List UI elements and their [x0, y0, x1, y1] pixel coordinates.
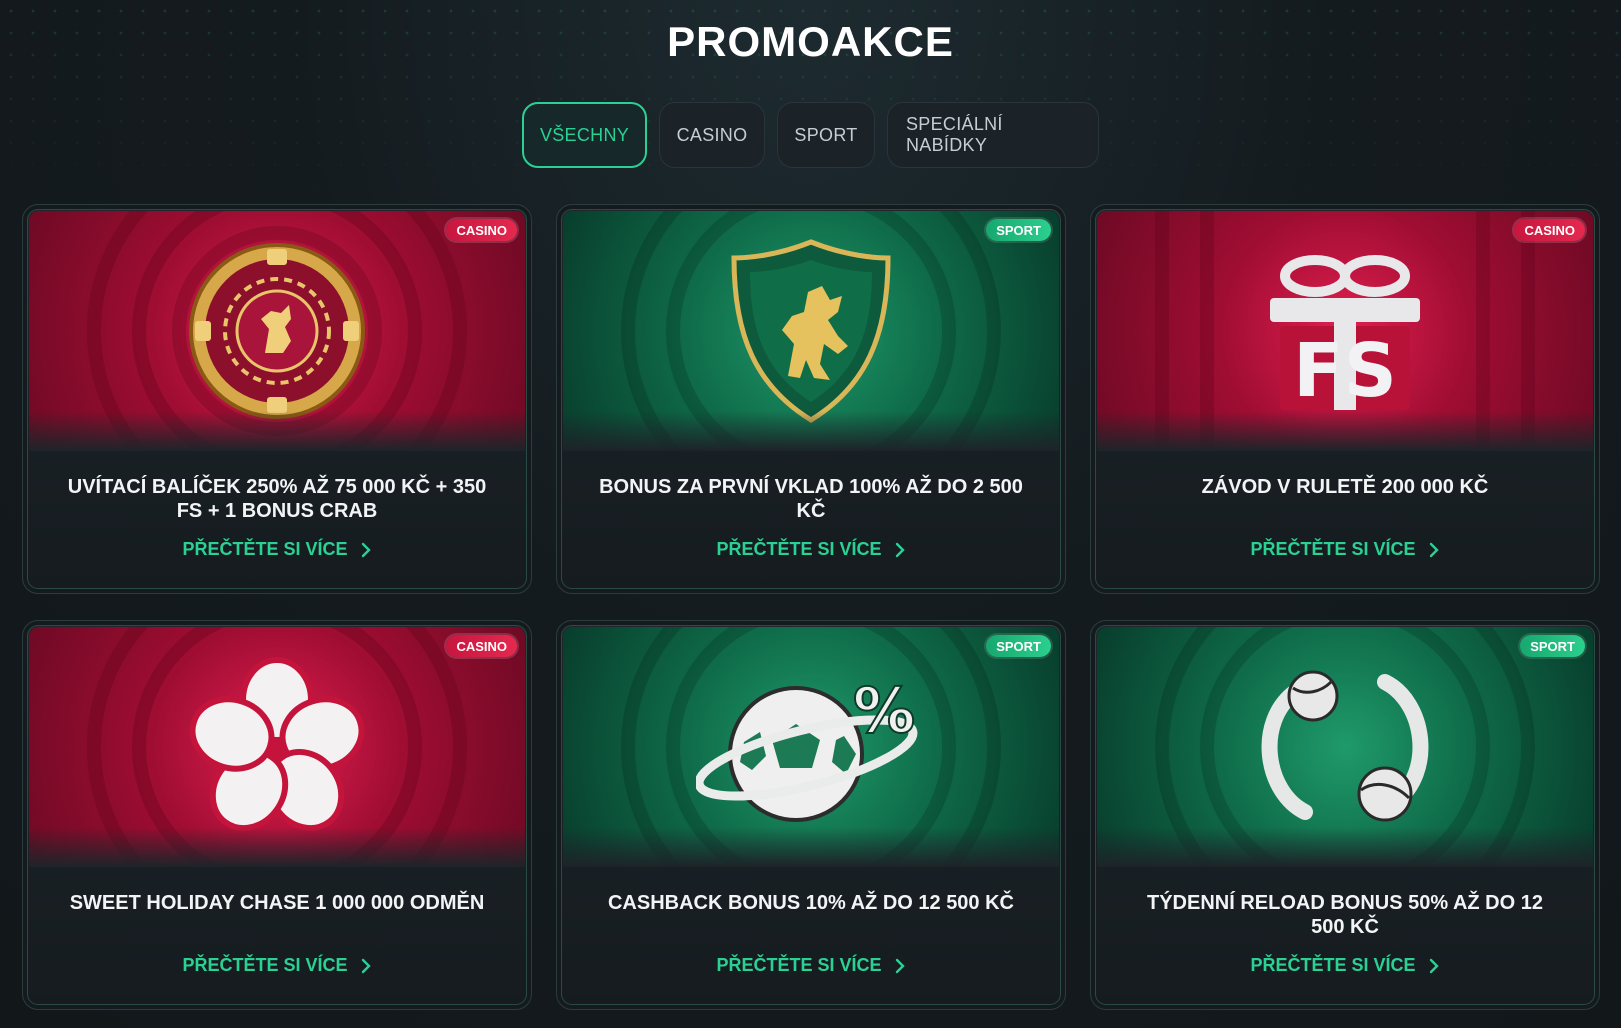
promo-card[interactable]: SPORT BONUS ZA PRVNÍ VKLAD 100% AŽ DO 2 … [556, 204, 1066, 594]
read-more-link[interactable]: PŘEČTĚTE SI VÍCE [1091, 539, 1599, 560]
tab-special-offers[interactable]: SPECIÁLNÍ NABÍDKY [887, 102, 1099, 168]
promo-title: TÝDENNÍ RELOAD BONUS 50% AŽ DO 12 500 KČ [1147, 892, 1543, 938]
category-badge: SPORT [986, 635, 1051, 657]
promo-banner [29, 211, 525, 451]
promo-title: UVÍTACÍ BALÍČEK 250% AŽ 75 000 KČ + 350 … [67, 476, 487, 522]
tab-casino[interactable]: CASINO [659, 102, 765, 168]
read-more-link[interactable]: PŘEČTĚTE SI VÍCE [23, 955, 531, 976]
chevron-right-icon [361, 542, 371, 557]
tennis-balls-icon [1261, 670, 1429, 822]
svg-text:FS: FS [1293, 328, 1397, 414]
promo-card[interactable]: FS CASINO ZÁVOD V RULETĚ 200 000 KČ PŘEČ… [1090, 204, 1600, 594]
read-more-link[interactable]: PŘEČTĚTE SI VÍCE [557, 955, 1065, 976]
read-more-label: PŘEČTĚTE SI VÍCE [182, 955, 348, 975]
read-more-label: PŘEČTĚTE SI VÍCE [1250, 539, 1416, 559]
promo-banner: % [563, 627, 1059, 867]
promo-card[interactable]: % SPORT CASHBACK BONUS 10% AŽ DO 12 500 … [556, 620, 1066, 1010]
svg-text:%: % [853, 674, 915, 747]
tab-all[interactable]: VŠECHNY [522, 102, 647, 168]
chevron-right-icon [1429, 958, 1439, 973]
category-badge: CASINO [446, 635, 517, 657]
category-badge: SPORT [986, 219, 1051, 241]
promo-card[interactable]: SPORT TÝDENNÍ RELOAD BONUS 50% AŽ DO 12 … [1090, 620, 1600, 1010]
read-more-label: PŘEČTĚTE SI VÍCE [182, 539, 348, 559]
promo-grid: CASINO UVÍTACÍ BALÍČEK 250% AŽ 75 000 KČ… [22, 204, 1600, 1010]
category-tabs: VŠECHNY CASINO SPORT SPECIÁLNÍ NABÍDKY [0, 102, 1621, 168]
lion-shield-icon [731, 239, 891, 423]
flower-icon [189, 657, 365, 832]
read-more-label: PŘEČTĚTE SI VÍCE [1250, 955, 1416, 975]
category-badge: CASINO [1514, 219, 1585, 241]
read-more-label: PŘEČTĚTE SI VÍCE [716, 539, 882, 559]
category-badge: CASINO [446, 219, 517, 241]
promo-title: CASHBACK BONUS 10% AŽ DO 12 500 KČ [607, 892, 1014, 914]
promo-banner [29, 627, 525, 867]
read-more-link[interactable]: PŘEČTĚTE SI VÍCE [23, 539, 531, 560]
read-more-label: PŘEČTĚTE SI VÍCE [716, 955, 882, 975]
chevron-right-icon [1429, 542, 1439, 557]
promo-banner [563, 211, 1059, 451]
promo-title: SWEET HOLIDAY CHASE 1 000 000 ODMĚN [69, 892, 485, 914]
promo-card[interactable]: CASINO SWEET HOLIDAY CHASE 1 000 000 ODM… [22, 620, 532, 1010]
football-percent-icon: % [696, 673, 918, 822]
promo-title: ZÁVOD V RULETĚ 200 000 KČ [1201, 476, 1489, 498]
promo-banner [1097, 627, 1593, 867]
read-more-link[interactable]: PŘEČTĚTE SI VÍCE [1091, 955, 1599, 976]
chevron-right-icon [361, 958, 371, 973]
tab-sport[interactable]: SPORT [777, 102, 875, 168]
category-badge: SPORT [1520, 635, 1585, 657]
promo-card[interactable]: CASINO UVÍTACÍ BALÍČEK 250% AŽ 75 000 KČ… [22, 204, 532, 594]
page-title: PROMOAKCE [667, 18, 954, 65]
poker-chip-lion-icon [189, 243, 365, 419]
read-more-link[interactable]: PŘEČTĚTE SI VÍCE [557, 539, 1065, 560]
chevron-right-icon [895, 542, 905, 557]
chevron-right-icon [895, 958, 905, 973]
promo-title: BONUS ZA PRVNÍ VKLAD 100% AŽ DO 2 500 KČ [599, 476, 1023, 522]
promo-banner: FS [1097, 211, 1593, 451]
gift-fs-icon: FS [1270, 255, 1420, 414]
